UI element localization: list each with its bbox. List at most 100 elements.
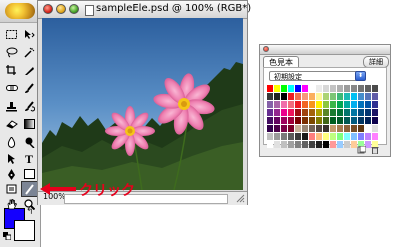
swatch-cell[interactable] (372, 93, 378, 100)
swatch-cell[interactable] (372, 125, 378, 132)
swatch-cell[interactable] (309, 101, 315, 108)
swatch-cell[interactable] (274, 117, 280, 124)
zoom-tool-icon[interactable] (21, 196, 38, 212)
swatches-title-bar[interactable] (260, 45, 390, 55)
slice-tool-icon[interactable] (21, 62, 38, 78)
swatch-cell[interactable] (267, 109, 273, 116)
swatch-cell[interactable] (365, 133, 371, 140)
swatch-cell[interactable] (323, 85, 329, 92)
swatch-cell[interactable] (267, 101, 273, 108)
swatch-cell[interactable] (323, 109, 329, 116)
notes-tool-icon[interactable] (3, 181, 20, 197)
swatch-cell[interactable] (330, 125, 336, 132)
swatch-cell[interactable] (274, 101, 280, 108)
swatch-cell[interactable] (295, 117, 301, 124)
swatch-cell[interactable] (372, 85, 378, 92)
swatch-cell[interactable] (365, 93, 371, 100)
swatch-cell[interactable] (330, 93, 336, 100)
swatch-cell[interactable] (344, 109, 350, 116)
swatch-cell[interactable] (281, 133, 287, 140)
swatch-cell[interactable] (316, 101, 322, 108)
swatch-cell[interactable] (295, 85, 301, 92)
swatch-cell[interactable] (288, 133, 294, 140)
chevron-down-icon[interactable]: ⬍ (355, 71, 366, 81)
swatch-cell[interactable] (344, 85, 350, 92)
crop-tool-icon[interactable] (3, 62, 20, 78)
swatch-cell[interactable] (330, 101, 336, 108)
swatch-cell[interactable] (323, 93, 329, 100)
swatch-cell[interactable] (288, 125, 294, 132)
swatch-cell[interactable] (344, 101, 350, 108)
background-color-swatch[interactable] (14, 220, 35, 241)
swatch-cell[interactable] (337, 133, 343, 140)
swatch-cell[interactable] (330, 133, 336, 140)
swatch-cell[interactable] (274, 133, 280, 140)
swatch-cell[interactable] (288, 93, 294, 100)
swatch-cell[interactable] (316, 93, 322, 100)
swatch-cell[interactable] (351, 117, 357, 124)
hand-tool-icon[interactable] (3, 196, 20, 212)
swatch-cell[interactable] (267, 85, 273, 92)
swatch-cell[interactable] (302, 93, 308, 100)
swatch-cell[interactable] (274, 85, 280, 92)
swatch-cell[interactable] (309, 85, 315, 92)
lasso-tool-icon[interactable] (3, 44, 20, 60)
close-button[interactable] (43, 4, 53, 14)
swatch-cell[interactable] (316, 85, 322, 92)
swatch-cell[interactable] (288, 85, 294, 92)
swatch-cell[interactable] (351, 109, 357, 116)
swatch-cell[interactable] (309, 133, 315, 140)
swatch-cell[interactable] (281, 109, 287, 116)
swatch-cell[interactable] (358, 109, 364, 116)
swatch-cell[interactable] (302, 117, 308, 124)
swatch-cell[interactable] (302, 125, 308, 132)
swatch-cell[interactable] (358, 133, 364, 140)
dodge-tool-icon[interactable] (21, 134, 38, 150)
swatch-cell[interactable] (365, 85, 371, 92)
trash-icon[interactable] (371, 146, 379, 154)
brush-tool-icon[interactable] (21, 80, 38, 96)
resize-grip-icon[interactable] (235, 193, 245, 203)
swatch-cell[interactable] (372, 109, 378, 116)
swatch-preset-select[interactable]: 初期設定 (269, 71, 359, 81)
close-icon[interactable] (263, 46, 269, 52)
document-title-bar[interactable]: sampleEle.psd @ 100% (RGB*) (38, 1, 251, 19)
swatch-cell[interactable] (358, 93, 364, 100)
swatch-cell[interactable] (323, 101, 329, 108)
swatch-cell[interactable] (267, 117, 273, 124)
new-swatch-icon[interactable] (357, 146, 366, 154)
path-selection-tool-icon[interactable] (3, 150, 20, 166)
default-colors-icon[interactable] (3, 232, 11, 240)
swatch-cell[interactable] (337, 93, 343, 100)
swatch-cell[interactable] (281, 85, 287, 92)
swatch-cell[interactable] (337, 125, 343, 132)
image-canvas[interactable] (42, 18, 243, 190)
swatch-cell[interactable] (358, 85, 364, 92)
swatch-cell[interactable] (316, 125, 322, 132)
swatch-cell[interactable] (365, 117, 371, 124)
swatch-cell[interactable] (365, 109, 371, 116)
shape-tool-icon[interactable] (21, 166, 38, 182)
swatch-cell[interactable] (323, 125, 329, 132)
swatch-cell[interactable] (281, 117, 287, 124)
swatch-cell[interactable] (281, 93, 287, 100)
swatch-cell[interactable] (309, 93, 315, 100)
swatch-cell[interactable] (302, 133, 308, 140)
swatch-cell[interactable] (344, 117, 350, 124)
swatch-cell[interactable] (309, 109, 315, 116)
blur-tool-icon[interactable] (3, 134, 20, 150)
swatch-cell[interactable] (316, 109, 322, 116)
swatch-cell[interactable] (274, 93, 280, 100)
tool-edit-in-quickmask[interactable] (21, 181, 38, 197)
swatch-cell[interactable] (295, 109, 301, 116)
rect-marquee-tool-icon[interactable] (3, 26, 20, 42)
pen-tool-icon[interactable] (3, 166, 20, 182)
swatch-cell[interactable] (323, 133, 329, 140)
minimize-button[interactable] (56, 4, 66, 14)
swatch-cell[interactable] (295, 133, 301, 140)
swatch-cell[interactable] (323, 117, 329, 124)
tools-palette-header[interactable] (0, 0, 40, 23)
swatch-cell[interactable] (358, 117, 364, 124)
swatch-cell[interactable] (365, 125, 371, 132)
history-brush-tool-icon[interactable] (21, 98, 38, 114)
